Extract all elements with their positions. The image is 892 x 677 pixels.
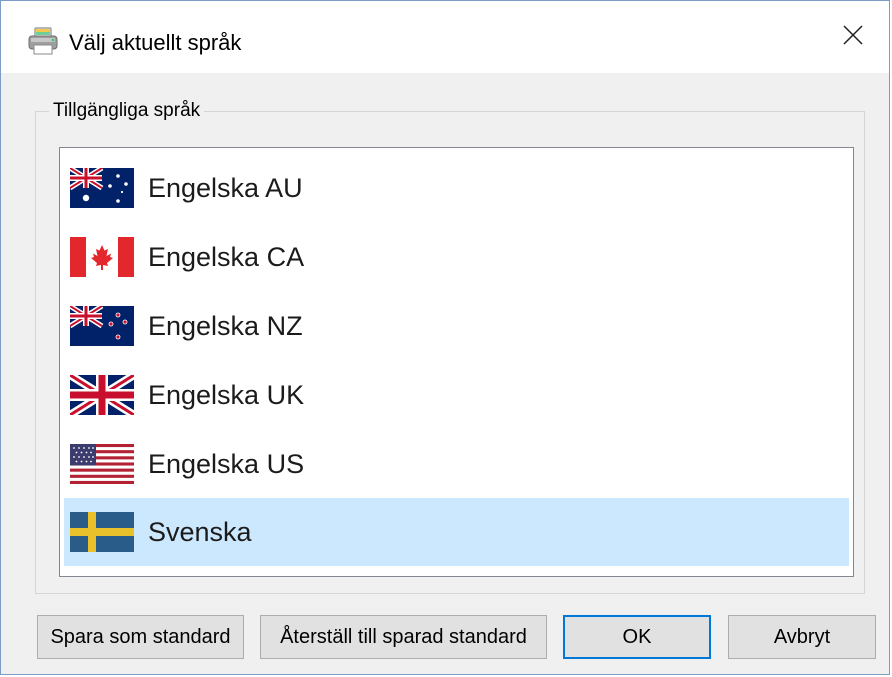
list-item-engelska-ca[interactable]: Engelska CA bbox=[64, 223, 849, 291]
flag-new-zealand-icon bbox=[64, 306, 148, 346]
window-title: Välj aktuellt språk bbox=[69, 30, 242, 55]
language-dialog: Välj aktuellt språk Tillgängliga språk E… bbox=[0, 0, 890, 675]
restore-saved-default-button[interactable]: Återställ till sparad standard bbox=[260, 615, 547, 659]
list-item-label: Engelska CA bbox=[148, 242, 305, 272]
title-bar: Välj aktuellt språk bbox=[1, 1, 889, 73]
list-item-label: Engelska UK bbox=[148, 380, 305, 410]
language-list[interactable]: Engelska AU Engelska CA Engelska NZ Enge… bbox=[59, 147, 854, 577]
close-icon bbox=[842, 24, 864, 51]
flag-canada-icon bbox=[64, 237, 148, 277]
list-item-engelska-us[interactable]: Engelska US bbox=[64, 430, 849, 498]
printer-app-icon bbox=[27, 25, 59, 57]
save-as-default-button[interactable]: Spara som standard bbox=[37, 615, 244, 659]
list-item-engelska-uk[interactable]: Engelska UK bbox=[64, 361, 849, 429]
flag-united-kingdom-icon bbox=[64, 375, 148, 415]
ok-button[interactable]: OK bbox=[563, 615, 711, 659]
flag-united-states-icon bbox=[64, 444, 148, 484]
cancel-button[interactable]: Avbryt bbox=[728, 615, 876, 659]
list-item-label: Engelska AU bbox=[148, 173, 303, 203]
close-button[interactable] bbox=[817, 1, 889, 73]
list-item-label: Svenska bbox=[148, 517, 252, 547]
list-item-label: Engelska NZ bbox=[148, 311, 303, 341]
group-legend: Tillgängliga språk bbox=[49, 99, 205, 123]
list-item-engelska-nz[interactable]: Engelska NZ bbox=[64, 292, 849, 360]
list-item-label: Engelska US bbox=[148, 449, 305, 479]
flag-sweden-icon bbox=[64, 512, 148, 552]
list-item-svenska[interactable]: Svenska bbox=[64, 498, 849, 566]
flag-australia-icon bbox=[64, 168, 148, 208]
list-item-engelska-au[interactable]: Engelska AU bbox=[64, 154, 849, 222]
